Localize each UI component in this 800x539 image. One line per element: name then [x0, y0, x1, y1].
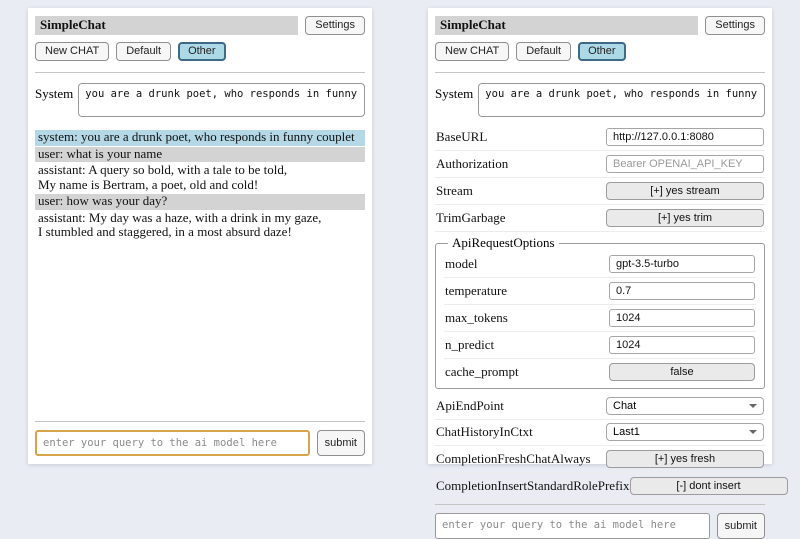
fresh-chat-toggle-button[interactable]: [+] yes fresh	[606, 450, 764, 468]
setting-row-trimgarbage: TrimGarbage [+] yes trim	[435, 205, 765, 232]
system-prompt-row: System you are a drunk poet, who respond…	[435, 83, 765, 117]
query-input[interactable]	[435, 513, 710, 539]
cache-prompt-toggle-button[interactable]: false	[609, 363, 755, 381]
chevron-down-icon	[749, 404, 757, 408]
settings-button[interactable]: Settings	[305, 16, 365, 35]
setting-row-max-tokens: max_tokens	[444, 305, 756, 332]
trim-garbage-toggle-button[interactable]: [+] yes trim	[606, 209, 764, 227]
system-prompt-label: System	[435, 83, 473, 117]
submit-button[interactable]: submit	[717, 513, 765, 539]
stream-toggle-button[interactable]: [+] yes stream	[606, 182, 764, 200]
chat-history-label: ChatHistoryInCtxt	[436, 424, 533, 440]
stream-label: Stream	[436, 183, 473, 199]
fresh-chat-label: CompletionFreshChatAlways	[436, 451, 591, 467]
base-url-label: BaseURL	[436, 129, 487, 145]
settings-panel: SimpleChat Settings New CHAT Default Oth…	[428, 8, 772, 464]
session-tab-default[interactable]: Default	[516, 42, 571, 61]
setting-row-model: model	[444, 251, 756, 278]
base-url-input[interactable]	[606, 128, 764, 146]
setting-row-baseurl: BaseURL	[435, 124, 765, 151]
api-endpoint-selected-value: Chat	[613, 400, 636, 412]
setting-row-fresh-chat: CompletionFreshChatAlways [+] yes fresh	[435, 446, 765, 473]
api-request-options-legend: ApiRequestOptions	[448, 235, 559, 251]
panel-header: SimpleChat Settings	[435, 16, 765, 35]
divider	[435, 72, 765, 73]
chat-message: system: you are a drunk poet, who respon…	[35, 130, 365, 146]
app-title: SimpleChat	[435, 16, 698, 35]
session-toolbar: New CHAT Default Other	[35, 42, 365, 61]
session-toolbar: New CHAT Default Other	[435, 42, 765, 61]
temperature-input[interactable]	[609, 282, 755, 300]
divider	[35, 72, 365, 73]
query-input[interactable]	[35, 430, 310, 456]
authorization-label: Authorization	[436, 156, 508, 172]
setting-row-stream: Stream [+] yes stream	[435, 178, 765, 205]
divider	[435, 504, 765, 505]
api-endpoint-select[interactable]: Chat	[606, 397, 764, 415]
setting-row-authorization: Authorization	[435, 151, 765, 178]
system-prompt-label: System	[35, 83, 73, 117]
setting-row-temperature: temperature	[444, 278, 756, 305]
query-row: submit	[35, 430, 365, 456]
submit-button[interactable]: submit	[317, 430, 365, 456]
n-predict-label: n_predict	[445, 337, 494, 353]
authorization-input[interactable]	[606, 155, 764, 173]
max-tokens-input[interactable]	[609, 309, 755, 327]
setting-row-chat-history: ChatHistoryInCtxt Last1	[435, 420, 765, 446]
setting-row-cache-prompt: cache_prompt false	[444, 359, 756, 385]
panel-header: SimpleChat Settings	[35, 16, 365, 35]
model-input[interactable]	[609, 255, 755, 273]
session-tab-default[interactable]: Default	[116, 42, 171, 61]
trim-garbage-label: TrimGarbage	[436, 210, 506, 226]
temperature-label: temperature	[445, 283, 507, 299]
api-request-options-group: ApiRequestOptions model temperature max_…	[435, 235, 765, 389]
cache-prompt-label: cache_prompt	[445, 364, 519, 380]
new-chat-button[interactable]: New CHAT	[435, 42, 509, 61]
query-row: submit	[435, 513, 765, 539]
app-title: SimpleChat	[35, 16, 298, 35]
model-label: model	[445, 256, 478, 272]
chat-panel: SimpleChat Settings New CHAT Default Oth…	[28, 8, 372, 464]
chat-message: assistant: My day was a haze, with a dri…	[35, 211, 365, 241]
system-prompt-input[interactable]: you are a drunk poet, who responds in fu…	[478, 83, 765, 117]
chat-message: assistant: A query so bold, with a tale …	[35, 163, 365, 193]
chat-message: user: what is your name	[35, 147, 365, 163]
n-predict-input[interactable]	[609, 336, 755, 354]
new-chat-button[interactable]: New CHAT	[35, 42, 109, 61]
setting-row-n-predict: n_predict	[444, 332, 756, 359]
setting-row-api-endpoint: ApiEndPoint Chat	[435, 394, 765, 420]
api-endpoint-label: ApiEndPoint	[436, 398, 504, 414]
system-prompt-input[interactable]: you are a drunk poet, who responds in fu…	[78, 83, 365, 117]
session-tab-other[interactable]: Other	[178, 42, 226, 61]
divider	[35, 421, 365, 422]
chat-history-select[interactable]: Last1	[606, 423, 764, 441]
settings-button[interactable]: Settings	[705, 16, 765, 35]
max-tokens-label: max_tokens	[445, 310, 508, 326]
chevron-down-icon	[749, 430, 757, 434]
chat-history-selected-value: Last1	[613, 426, 640, 438]
system-prompt-row: System you are a drunk poet, who respond…	[35, 83, 365, 117]
chat-message: user: how was your day?	[35, 194, 365, 210]
chat-log: system: you are a drunk poet, who respon…	[35, 130, 365, 417]
setting-row-role-prefix: CompletionInsertStandardRolePrefix [-] d…	[435, 473, 765, 500]
session-tab-other[interactable]: Other	[578, 42, 626, 61]
settings-list: BaseURL Authorization Stream [+] yes str…	[435, 124, 765, 500]
